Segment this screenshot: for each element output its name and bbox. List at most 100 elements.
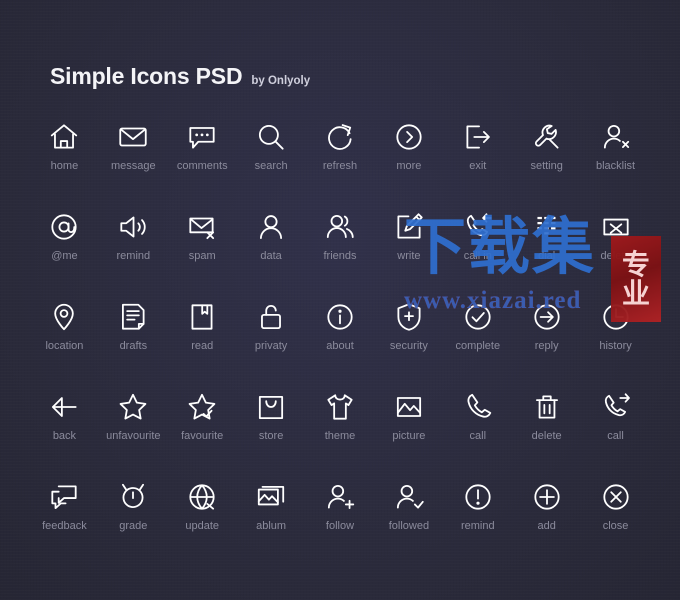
pencil-square-icon[interactable] (392, 210, 426, 244)
icon-label: search (254, 160, 288, 172)
icon-cell-back[interactable]: back (30, 390, 99, 456)
icon-cell-search[interactable]: search (237, 120, 306, 186)
chevron-right-circle-icon[interactable] (392, 120, 426, 154)
users-icon[interactable] (323, 210, 357, 244)
clock-icon[interactable] (599, 300, 633, 334)
phone-incoming-icon[interactable] (461, 210, 495, 244)
refresh-arrow-icon[interactable] (323, 120, 357, 154)
icon-cell-comments[interactable]: comments (168, 120, 237, 186)
icon-cell-drafts[interactable]: drafts (99, 300, 168, 366)
icon-cell-read[interactable]: read (168, 300, 237, 366)
icon-cell-message[interactable]: message (99, 120, 168, 186)
user-icon[interactable] (254, 210, 288, 244)
shield-plus-icon[interactable] (392, 300, 426, 334)
chat-windows-icon[interactable] (47, 480, 81, 514)
icon-cell-setting[interactable]: setting (512, 120, 581, 186)
wrench-icon[interactable] (530, 120, 564, 154)
icon-cell-call-in[interactable]: call in (443, 210, 512, 276)
icon-cell-about[interactable]: about (306, 300, 375, 366)
globe-refresh-icon[interactable] (185, 480, 219, 514)
icon-label: about (326, 340, 354, 352)
phone-icon[interactable] (461, 390, 495, 424)
comment-bubble-icon[interactable] (185, 120, 219, 154)
icon-cell-exit[interactable]: exit (443, 120, 512, 186)
speaker-icon[interactable] (116, 210, 150, 244)
at-circle-icon[interactable] (47, 210, 81, 244)
icon-cell-dial[interactable]: dial (512, 210, 581, 276)
phone-forward-icon[interactable] (599, 390, 633, 424)
medal-icon[interactable] (116, 480, 150, 514)
icon-cell-favourite[interactable]: favourite (168, 390, 237, 456)
icon-cell-reply[interactable]: reply (512, 300, 581, 366)
icon-cell-followed[interactable]: followed (374, 480, 443, 546)
icon-cell-home[interactable]: home (30, 120, 99, 186)
icon-cell-data[interactable]: data (237, 210, 306, 276)
user-plus-icon[interactable] (323, 480, 357, 514)
arrow-left-icon[interactable] (47, 390, 81, 424)
map-pin-icon[interactable] (47, 300, 81, 334)
icon-cell-add[interactable]: add (512, 480, 581, 546)
icon-cell--me[interactable]: @me (30, 210, 99, 276)
icon-cell-picture[interactable]: picture (374, 390, 443, 456)
user-x-icon[interactable] (599, 120, 633, 154)
icon-label: close (602, 520, 629, 532)
icon-cell-security[interactable]: security (374, 300, 443, 366)
icon-label: security (389, 340, 428, 352)
icon-label: back (52, 430, 77, 442)
icon-cell-delete[interactable]: delete (581, 210, 650, 276)
icon-cell-call[interactable]: call (581, 390, 650, 456)
tshirt-icon[interactable] (323, 390, 357, 424)
dialpad-icon[interactable] (530, 210, 564, 244)
icon-label: call in (463, 250, 492, 262)
unlock-icon[interactable] (254, 300, 288, 334)
exclamation-circle-icon[interactable] (461, 480, 495, 514)
icon-cell-update[interactable]: update (168, 480, 237, 546)
trash-icon[interactable] (530, 390, 564, 424)
shopping-bag-icon[interactable] (254, 390, 288, 424)
envelope-icon[interactable] (116, 120, 150, 154)
icon-cell-privaty[interactable]: privaty (237, 300, 306, 366)
icon-cell-store[interactable]: store (237, 390, 306, 456)
home-icon[interactable] (47, 120, 81, 154)
icon-cell-ablum[interactable]: ablum (237, 480, 306, 546)
icon-label: call (607, 430, 624, 442)
x-circle-icon[interactable] (599, 480, 633, 514)
icon-cell-refresh[interactable]: refresh (306, 120, 375, 186)
icon-cell-grade[interactable]: grade (99, 480, 168, 546)
user-check-icon[interactable] (392, 480, 426, 514)
book-read-icon[interactable] (185, 300, 219, 334)
icon-cell-remind[interactable]: remind (443, 480, 512, 546)
info-circle-icon[interactable] (323, 300, 357, 334)
icon-cell-remind[interactable]: remind (99, 210, 168, 276)
icon-cell-unfavourite[interactable]: unfavourite (99, 390, 168, 456)
icon-cell-blacklist[interactable]: blacklist (581, 120, 650, 186)
arrow-right-circle-icon[interactable] (530, 300, 564, 334)
icon-cell-call[interactable]: call (443, 390, 512, 456)
icon-label: ablum (256, 520, 287, 532)
magnifier-icon[interactable] (254, 120, 288, 154)
icon-cell-history[interactable]: history (581, 300, 650, 366)
exit-arrow-icon[interactable] (461, 120, 495, 154)
star-outline-icon[interactable] (116, 390, 150, 424)
icon-cell-more[interactable]: more (374, 120, 443, 186)
plus-circle-icon[interactable] (530, 480, 564, 514)
icon-cell-write[interactable]: write (374, 210, 443, 276)
icon-cell-close[interactable]: close (581, 480, 650, 546)
icon-label: @me (51, 250, 78, 262)
page-title: Simple Icons PSD (50, 63, 243, 89)
icon-cell-location[interactable]: location (30, 300, 99, 366)
icon-cell-complete[interactable]: complete (443, 300, 512, 366)
star-check-icon[interactable] (185, 390, 219, 424)
icon-cell-theme[interactable]: theme (306, 390, 375, 456)
image-icon[interactable] (392, 390, 426, 424)
icon-cell-follow[interactable]: follow (306, 480, 375, 546)
check-circle-icon[interactable] (461, 300, 495, 334)
icon-cell-friends[interactable]: friends (306, 210, 375, 276)
draft-page-icon[interactable] (116, 300, 150, 334)
envelope-x-icon[interactable] (185, 210, 219, 244)
icon-cell-spam[interactable]: spam (168, 210, 237, 276)
icon-cell-delete[interactable]: delete (512, 390, 581, 456)
envelope-delete-icon[interactable] (599, 210, 633, 244)
icon-cell-feedback[interactable]: feedback (30, 480, 99, 546)
photo-stack-icon[interactable] (254, 480, 288, 514)
